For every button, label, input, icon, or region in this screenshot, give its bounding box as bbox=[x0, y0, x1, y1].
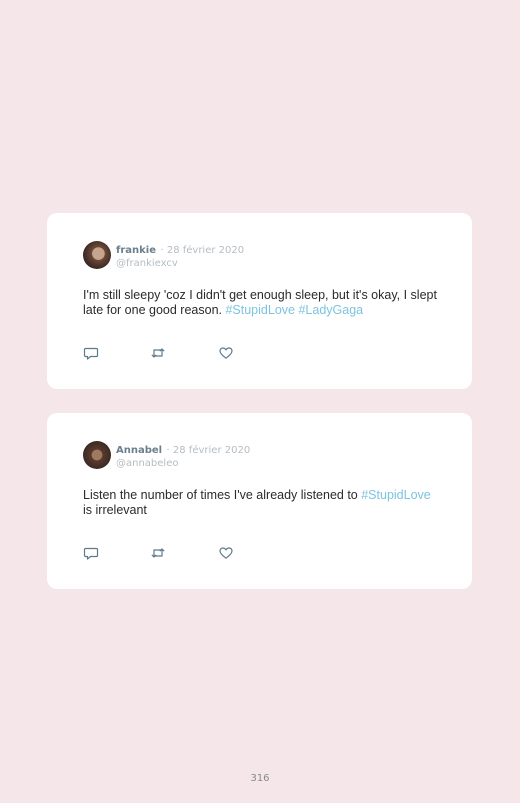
user-name[interactable]: Annabel bbox=[116, 445, 162, 456]
retweet-icon[interactable] bbox=[150, 545, 166, 561]
tweet-header: frankie · 28 février 2020 @frankiexcv bbox=[116, 242, 244, 270]
hashtag-link[interactable]: #StupidLove bbox=[361, 488, 431, 502]
tweet-text: I'm still sleepy 'coz I didn't get enoug… bbox=[83, 288, 443, 318]
tweet-text: Listen the number of times I've already … bbox=[83, 488, 443, 518]
retweet-icon[interactable] bbox=[150, 345, 166, 361]
avatar[interactable] bbox=[83, 441, 111, 469]
tweet-text-tail: is irrelevant bbox=[83, 503, 147, 517]
tweet-card: Annabel · 28 février 2020 @annabeleo Lis… bbox=[47, 413, 472, 589]
tweet-actions bbox=[83, 345, 253, 361]
hashtag-link[interactable]: #LadyGaga bbox=[298, 303, 363, 317]
user-handle[interactable]: @annabeleo bbox=[116, 457, 250, 470]
user-handle[interactable]: @frankiexcv bbox=[116, 257, 244, 270]
tweet-actions bbox=[83, 545, 253, 561]
reply-icon[interactable] bbox=[83, 545, 99, 561]
avatar[interactable] bbox=[83, 241, 111, 269]
tweet-card: frankie · 28 février 2020 @frankiexcv I'… bbox=[47, 213, 472, 389]
user-name[interactable]: frankie bbox=[116, 245, 156, 256]
tweet-date: · 28 février 2020 bbox=[166, 445, 251, 456]
hashtag-link[interactable]: #StupidLove bbox=[225, 303, 295, 317]
tweet-date: · 28 février 2020 bbox=[160, 245, 245, 256]
tweet-header: Annabel · 28 février 2020 @annabeleo bbox=[116, 442, 250, 470]
tweet-text-body: Listen the number of times I've already … bbox=[83, 488, 362, 502]
page-number: 316 bbox=[250, 773, 270, 784]
like-icon[interactable] bbox=[218, 545, 234, 561]
reply-icon[interactable] bbox=[83, 345, 99, 361]
like-icon[interactable] bbox=[218, 345, 234, 361]
